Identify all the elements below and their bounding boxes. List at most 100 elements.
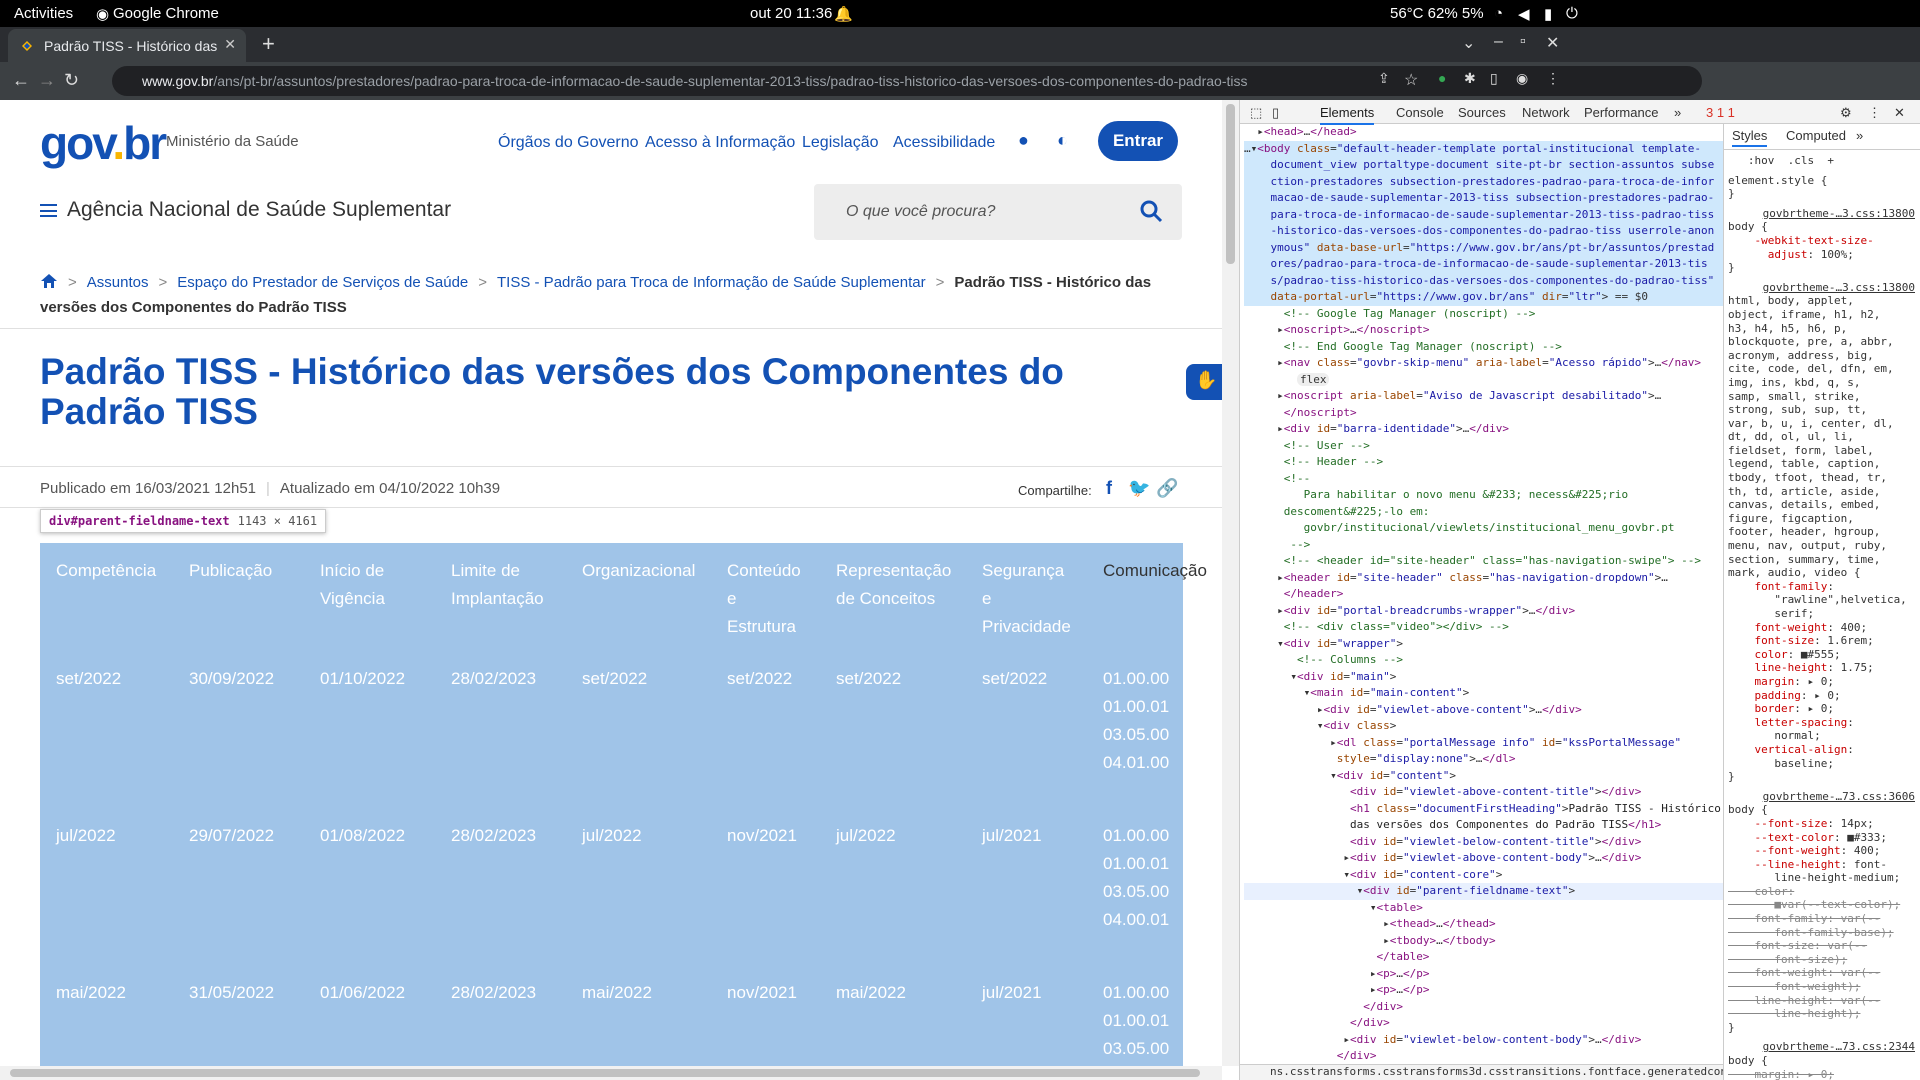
power-icon: ⏻: [1566, 5, 1578, 22]
extension-icon[interactable]: ●: [1438, 70, 1446, 86]
browser-tab-strip: Padrão TISS - Histórico das ✕ + ⌄ – ▫ ✕: [0, 27, 1920, 62]
table-cell: 28/02/2023: [451, 826, 537, 845]
tab-sources[interactable]: Sources: [1458, 105, 1506, 120]
link-acessibilidade[interactable]: Acessibilidade: [893, 134, 995, 152]
hamburger-menu-icon[interactable]: [40, 204, 57, 217]
contrast-icon[interactable]: ◐: [1057, 130, 1068, 151]
divider: [0, 466, 1222, 467]
forward-icon[interactable]: →: [38, 70, 56, 91]
activities-button[interactable]: Activities: [14, 5, 73, 22]
scroll-thumb[interactable]: [1226, 104, 1235, 264]
styles-pane[interactable]: Styles Computed » :hov .cls + element.st…: [1723, 124, 1920, 1080]
back-icon[interactable]: ←: [12, 70, 30, 91]
search-input[interactable]: O que você procura?: [846, 203, 995, 221]
table-cell: 01.00.00 01.00.01 03.05.00 04.01.00: [1103, 669, 1170, 772]
share-page-icon[interactable]: ⇪: [1378, 70, 1390, 87]
profile-avatar[interactable]: ◉: [1516, 70, 1528, 87]
header-organizacional: Organizacional: [582, 561, 696, 580]
link-legislacao[interactable]: Legislação: [802, 134, 879, 152]
reload-icon[interactable]: ↻: [64, 70, 79, 91]
vlibras-hand-icon[interactable]: ✋: [1186, 364, 1222, 400]
twitter-icon[interactable]: 🐦: [1128, 478, 1150, 499]
close-tab-icon[interactable]: ✕: [224, 36, 236, 53]
agency-name[interactable]: Agência Nacional de Saúde Suplementar: [67, 198, 451, 222]
header-publicacao: Publicação: [189, 561, 273, 580]
url-host: www.gov.br: [142, 73, 214, 89]
new-tab-button[interactable]: +: [262, 31, 275, 57]
os-top-bar: Activities ◉ Google Chrome out 20 11:36 …: [0, 0, 1920, 27]
divider: [0, 328, 1222, 329]
table-cell: mai/2022: [582, 983, 652, 1002]
table-cell: set/2022: [982, 669, 1048, 688]
scroll-thumb[interactable]: [10, 1069, 1200, 1077]
header-comunicacao: Comunicação: [1103, 561, 1207, 580]
govbr-logo[interactable]: gov.br: [40, 116, 167, 170]
table-cell: 01.00.00 01.00.01 03.05.00 04.00.01: [1103, 826, 1170, 929]
breadcrumb-assuntos[interactable]: Assuntos: [87, 274, 149, 291]
table-cell: 28/02/2023: [451, 669, 537, 688]
close-devtools-icon[interactable]: ✕: [1894, 105, 1905, 121]
system-status[interactable]: 56°C 62% 5%: [1390, 5, 1484, 22]
ministry-label: Ministério da Saúde: [166, 133, 299, 150]
table-cell: 28/02/2023: [451, 983, 537, 1002]
breadcrumb-tiss[interactable]: TISS - Padrão para Troca de Informação d…: [497, 274, 926, 291]
elements-tree[interactable]: ▸<head>…</head> …▾<body class="default-h…: [1240, 124, 1723, 1064]
bookmark-star-icon[interactable]: ☆: [1404, 70, 1418, 90]
tab-search-icon[interactable]: ⌄: [1462, 33, 1475, 53]
table-cell: 31/05/2022: [189, 983, 275, 1002]
issues-badge[interactable]: 3 1 1: [1706, 105, 1735, 120]
page-vertical-scrollbar[interactable]: [1222, 100, 1239, 1066]
minimize-icon[interactable]: –: [1494, 33, 1503, 51]
table-cell: mai/2022: [56, 983, 126, 1002]
maximize-icon[interactable]: ▫: [1520, 33, 1526, 51]
devtools-panel: ⬚ ▯ Elements Console Sources Network Per…: [1239, 100, 1920, 1080]
share-label: Compartilhe:: [1018, 483, 1092, 498]
table-cell: nov/2021: [727, 826, 797, 845]
extensions-puzzle-icon[interactable]: ✱: [1464, 70, 1476, 87]
clock[interactable]: out 20 11:36: [750, 5, 832, 22]
table-cell: 29/07/2022: [189, 826, 275, 845]
table-cell: 30/09/2022: [189, 669, 275, 688]
tab-network[interactable]: Network: [1522, 105, 1570, 120]
tab-performance[interactable]: Performance: [1584, 105, 1658, 120]
more-tabs-icon[interactable]: »: [1674, 105, 1681, 120]
breadcrumb: > Assuntos > Espaço do Prestador de Serviço…: [40, 273, 1152, 316]
page-horizontal-scrollbar[interactable]: [0, 1066, 1222, 1080]
table-cell: jul/2022: [56, 826, 116, 845]
devtools-menu-icon[interactable]: ⋮: [1868, 105, 1881, 121]
home-icon[interactable]: [40, 273, 58, 289]
more-panes-icon[interactable]: »: [1856, 129, 1863, 143]
tab-console[interactable]: Console: [1396, 105, 1444, 120]
login-button[interactable]: Entrar: [1098, 121, 1178, 161]
tab-computed[interactable]: Computed: [1786, 129, 1846, 143]
dom-breadcrumb-path[interactable]: ns.csstransforms.csstransforms3d.csstran…: [1240, 1064, 1723, 1080]
table-cell: 01.00.00 01.00.01 03.05.00: [1103, 983, 1170, 1058]
close-window-icon[interactable]: ✕: [1546, 33, 1559, 53]
browser-tab[interactable]: Padrão TISS - Histórico das ✕: [8, 29, 246, 62]
web-page: gov.br Ministério da Saúde Órgãos do Gov…: [0, 100, 1222, 1080]
device-toggle-icon[interactable]: ▯: [1272, 105, 1279, 121]
tab-title: Padrão TISS - Histórico das: [44, 38, 218, 54]
tab-elements[interactable]: Elements: [1320, 105, 1375, 125]
facebook-icon[interactable]: f: [1106, 478, 1112, 499]
search-icon[interactable]: [1138, 198, 1164, 224]
cookie-icon[interactable]: ●: [1018, 130, 1029, 151]
table-cell: nov/2021: [727, 983, 797, 1002]
search-box[interactable]: O que você procura?: [814, 184, 1182, 240]
published-date: Publicado em 16/03/2021 12h51: [40, 480, 257, 497]
menu-kebab-icon[interactable]: ⋮: [1546, 70, 1560, 87]
tab-styles[interactable]: Styles: [1732, 129, 1768, 147]
link-icon[interactable]: 🔗: [1156, 478, 1178, 499]
side-panel-icon[interactable]: ▯: [1490, 70, 1498, 87]
table-cell: jul/2022: [582, 826, 642, 845]
versions-table: Competência Publicação Início de Vigênci…: [40, 543, 1207, 1080]
app-name[interactable]: Google Chrome: [113, 5, 219, 22]
divider: [0, 507, 1222, 508]
settings-gear-icon[interactable]: ⚙: [1840, 105, 1852, 121]
breadcrumb-prestador[interactable]: Espaço do Prestador de Serviços de Saúde: [177, 274, 468, 291]
header-limite-implantacao: Limite de Implantação: [451, 561, 544, 608]
link-orgaos[interactable]: Órgãos do Governo: [498, 134, 639, 152]
inspect-icon[interactable]: ⬚: [1250, 105, 1262, 121]
link-acesso-informacao[interactable]: Acesso à Informação: [645, 134, 795, 152]
table-cell: set/2022: [582, 669, 648, 688]
